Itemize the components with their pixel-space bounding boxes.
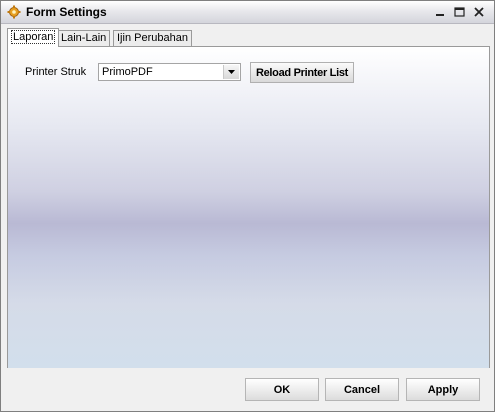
gear-icon — [7, 5, 21, 19]
tab-ijin-perubahan[interactable]: Ijin Perubahan — [113, 30, 192, 46]
tab-label: Ijin Perubahan — [117, 32, 188, 44]
tab-panel-laporan: Printer Struk PrimoPDF Reload Printer Li… — [7, 46, 490, 369]
dropdown-button[interactable] — [223, 65, 239, 79]
tab-label: Laporan — [11, 30, 56, 44]
printer-struk-label: Printer Struk — [25, 66, 87, 78]
tab-lain-lain[interactable]: Lain-Lain — [57, 30, 111, 46]
chevron-down-icon — [228, 70, 235, 74]
settings-window: Form Settings Laporan Lain-Lain Ijin Per… — [0, 0, 495, 412]
maximize-icon[interactable] — [451, 4, 467, 20]
reload-printer-list-button[interactable]: Reload Printer List — [250, 62, 354, 83]
printer-select-value: PrimoPDF — [102, 66, 153, 78]
cancel-button[interactable]: Cancel — [325, 378, 399, 401]
tab-label: Lain-Lain — [61, 32, 107, 44]
printer-select[interactable]: PrimoPDF — [98, 63, 241, 81]
minimize-icon[interactable] — [432, 4, 448, 20]
window-title: Form Settings — [26, 5, 107, 19]
tab-laporan[interactable]: Laporan — [7, 28, 60, 47]
apply-button[interactable]: Apply — [406, 378, 480, 401]
close-icon[interactable] — [471, 4, 487, 20]
title-bar[interactable]: Form Settings — [1, 1, 494, 24]
ok-button[interactable]: OK — [245, 378, 319, 401]
dialog-footer: OK Cancel Apply — [1, 368, 494, 411]
